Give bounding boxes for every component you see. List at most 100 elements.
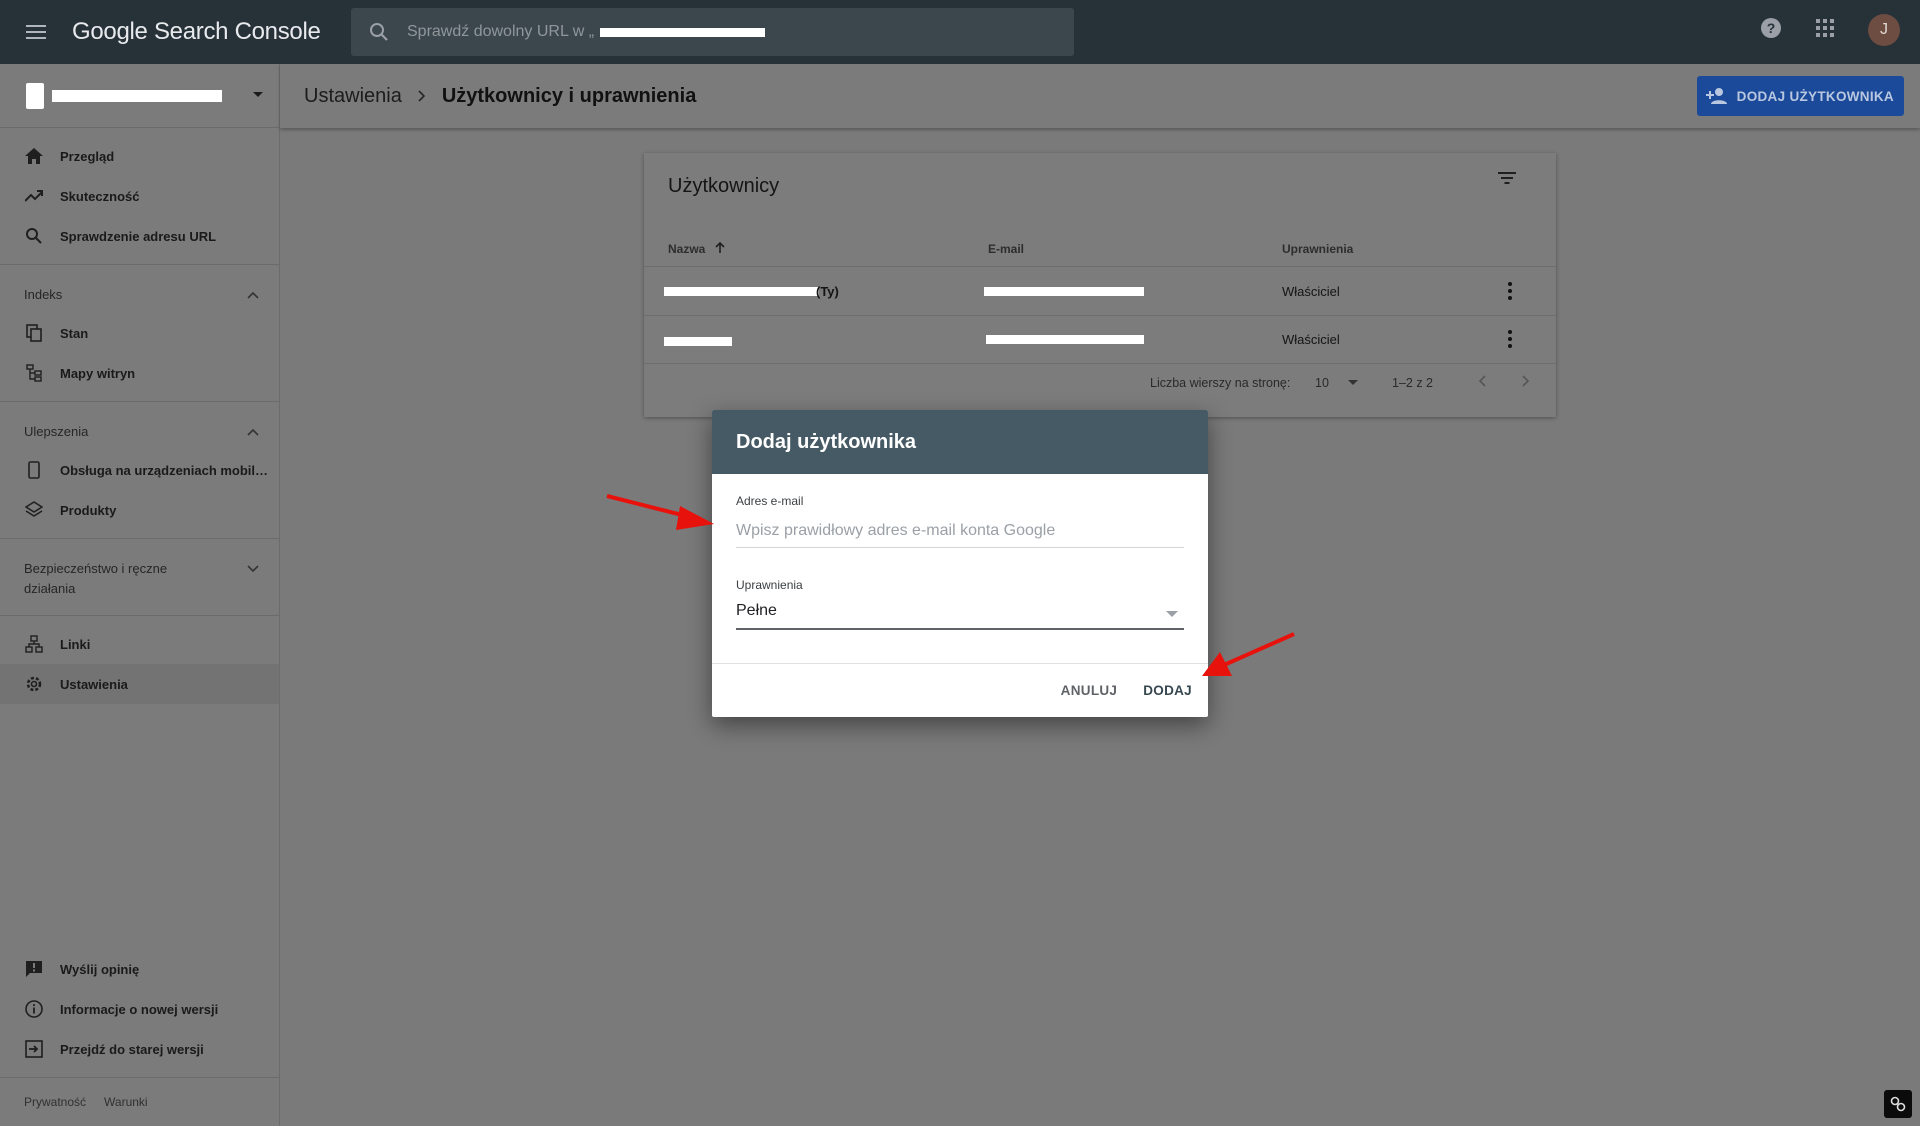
copy-icon [24, 323, 44, 343]
section-header-security[interactable]: Bezpieczeństwo i ręczne działania [0, 547, 279, 607]
sidebar-item-products[interactable]: Produkty [0, 490, 279, 530]
caret-down-icon [1166, 611, 1178, 617]
sidebar-item-label: Obsługa na urządzeniach mobil… [60, 462, 269, 478]
you-tag: (Ty) [816, 284, 839, 299]
table-row: Właściciel [644, 316, 1556, 364]
exit-icon [24, 1039, 44, 1059]
chevron-right-icon [418, 86, 426, 107]
chevron-up-icon [247, 422, 259, 442]
sidebar-item-settings[interactable]: Ustawienia [0, 664, 279, 704]
sidebar-item-url-inspection[interactable]: Sprawdzenie adresu URL [0, 216, 279, 256]
redacted-name [664, 337, 732, 346]
next-page-icon[interactable] [1522, 363, 1530, 403]
nav-other: Linki Ustawienia [0, 616, 279, 712]
sidebar-item-label: Linki [60, 636, 91, 652]
sidebar-item-links[interactable]: Linki [0, 624, 279, 664]
sidebar-item-label: Przegląd [60, 148, 115, 164]
info-icon [24, 999, 44, 1019]
table-header: Nazwa E-mail Uprawnienia [644, 231, 1556, 267]
svg-text:?: ? [1767, 20, 1776, 36]
add-user-button[interactable]: DODAJ UŻYTKOWNIKA [1696, 76, 1904, 116]
card-title: Użytkownicy [668, 175, 780, 197]
sidebar-item-label: Produkty [60, 502, 117, 518]
section-header-indeks[interactable]: Indeks [0, 273, 279, 313]
add-button[interactable]: DODAJ [1143, 683, 1192, 698]
column-header-email[interactable]: E-mail [988, 231, 1024, 267]
permission-label: Uprawnienia [736, 578, 803, 592]
app-logo[interactable]: Google Search Console [72, 18, 348, 46]
person-add-icon [1705, 87, 1729, 105]
terms-link[interactable]: Warunki [104, 1095, 148, 1109]
url-inspect-search[interactable]: Sprawdź dowolny URL w „ [351, 8, 1074, 56]
permission-cell: Właściciel [1282, 332, 1340, 347]
sidebar-item-whats-new[interactable]: Informacje o nowej wersji [0, 989, 279, 1029]
apps-grid-icon[interactable] [1816, 18, 1834, 42]
dialog-title: Dodaj użytkownika [712, 410, 1208, 474]
more-vert-icon[interactable] [1508, 330, 1512, 351]
sidebar-item-sitemaps[interactable]: Mapy witryn [0, 353, 279, 393]
arrow-up-icon [715, 241, 725, 253]
help-icon[interactable]: ? [1760, 17, 1782, 44]
sidebar-item-label: Sprawdzenie adresu URL [60, 228, 217, 244]
cancel-button[interactable]: ANULUJ [1061, 683, 1118, 698]
sidebar: Przegląd Skuteczność Sprawdzenie adresu … [0, 64, 280, 1126]
app-bar: Google Search Console Sprawdź dowolny UR… [0, 0, 1920, 64]
sidebar-item-label: Wyślij opinię [60, 961, 140, 977]
nav-bezpieczenstwo: Bezpieczeństwo i ręczne działania [0, 539, 279, 616]
section-header-ulepszenia[interactable]: Ulepszenia [0, 410, 279, 450]
sidebar-item-label: Ustawienia [60, 676, 128, 692]
sidebar-footer: Prywatność Warunki [0, 1078, 279, 1126]
page-header: Ustawienia Użytkownicy i uprawnienia DOD… [280, 64, 1920, 128]
sidebar-item-mobile-usability[interactable]: Obsługa na urządzeniach mobil… [0, 450, 279, 490]
redacted-name [664, 287, 819, 296]
redacted-property [600, 27, 766, 37]
sidebar-item-old-version[interactable]: Przejdź do starej wersji [0, 1029, 279, 1069]
phone-icon [24, 460, 44, 480]
sidebar-item-label: Stan [60, 325, 89, 341]
redacted-email [986, 335, 1144, 344]
search-icon [351, 22, 407, 42]
search-placeholder: Sprawdź dowolny URL w „ [407, 23, 595, 40]
sidebar-item-feedback[interactable]: Wyślij opinię [0, 949, 279, 989]
table-row: (Ty) Właściciel [644, 268, 1556, 316]
caret-down-icon [1348, 380, 1359, 385]
links-icon [24, 634, 44, 654]
feedback-icon [24, 959, 44, 979]
sitemap-icon [24, 363, 44, 383]
add-user-dialog: Dodaj użytkownika Adres e-mail Wpisz pra… [712, 410, 1208, 717]
search-icon [24, 226, 44, 246]
dialog-actions: ANULUJ DODAJ [712, 664, 1208, 716]
email-label: Adres e-mail [736, 494, 804, 508]
more-vert-icon[interactable] [1508, 282, 1512, 303]
sidebar-item-performance[interactable]: Skuteczność [0, 176, 279, 216]
nav-indeks: Indeks Stan Mapy witryn [0, 265, 279, 402]
filter-icon[interactable] [1498, 171, 1516, 189]
home-icon [24, 146, 44, 166]
extension-badge-icon[interactable] [1884, 1090, 1912, 1118]
column-header-permissions[interactable]: Uprawnienia [1282, 231, 1353, 267]
rows-per-page-select[interactable]: 10 [1315, 363, 1359, 403]
sidebar-item-label: Informacje o nowej wersji [60, 1001, 219, 1017]
nav-bottom: Wyślij opinię Informacje o nowej wersji … [0, 941, 279, 1078]
email-field[interactable]: Wpisz prawidłowy adres e-mail konta Goog… [736, 522, 1184, 548]
avatar[interactable]: J [1868, 14, 1900, 46]
property-selector[interactable] [0, 64, 279, 128]
redacted-email [984, 287, 1144, 296]
prev-page-icon[interactable] [1478, 363, 1486, 403]
column-header-name[interactable]: Nazwa [668, 231, 725, 267]
users-card: Użytkownicy Nazwa E-mail Uprawnienia (Ty… [644, 153, 1556, 417]
menu-icon[interactable] [0, 0, 72, 64]
privacy-link[interactable]: Prywatność [24, 1095, 86, 1109]
arrow-to-add-button [1202, 632, 1295, 676]
arrow-to-email-field [606, 494, 714, 530]
sidebar-item-overview[interactable]: Przegląd [0, 136, 279, 176]
pagination-range: 1–2 z 2 [1392, 376, 1434, 390]
nav-ulepszenia: Ulepszenia Obsługa na urządzeniach mobil… [0, 402, 279, 539]
sidebar-item-label: Skuteczność [60, 188, 140, 204]
sidebar-item-coverage[interactable]: Stan [0, 313, 279, 353]
breadcrumb-settings[interactable]: Ustawienia [304, 85, 402, 108]
permission-select[interactable]: Pełne [736, 602, 1184, 630]
chevron-up-icon [247, 285, 259, 305]
sidebar-item-label: Mapy witryn [60, 365, 136, 381]
sidebar-item-label: Przejdź do starej wersji [60, 1041, 204, 1057]
